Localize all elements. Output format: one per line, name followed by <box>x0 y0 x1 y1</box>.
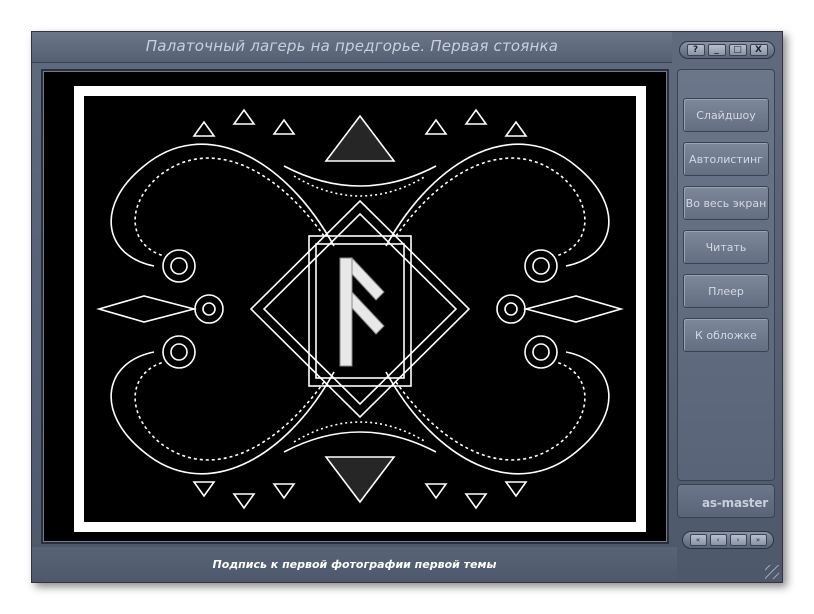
previous-page-button[interactable]: ‹ <box>709 534 727 546</box>
player-button[interactable]: Плеер <box>683 274 769 308</box>
rune-ornament-image <box>84 96 636 522</box>
minimize-button[interactable]: _ <box>707 44 726 56</box>
first-page-button[interactable]: « <box>689 534 707 546</box>
title-bar[interactable]: Палаточный лагерь на предгорье. Первая с… <box>32 32 672 63</box>
read-button[interactable]: Читать <box>683 230 769 264</box>
slideshow-button[interactable]: Слайдшоу <box>683 98 769 132</box>
app-window: Палаточный лагерь на предгорье. Первая с… <box>31 31 783 583</box>
maximize-button[interactable]: □ <box>728 44 747 56</box>
help-button[interactable]: ? <box>686 44 705 56</box>
photo-frame <box>74 86 646 532</box>
brand-box: as-master <box>677 484 775 518</box>
last-page-button[interactable]: » <box>749 534 767 546</box>
window-controls: ? _ □ X <box>679 41 775 59</box>
side-panel: Слайдшоу Автолистинг Во весь экран Читат… <box>677 69 775 481</box>
photo-caption: Подпись к первой фотографии первой темы <box>212 558 497 571</box>
to-cover-button[interactable]: К обложке <box>683 318 769 352</box>
window-title: Палаточный лагерь на предгорье. Первая с… <box>145 37 559 55</box>
photo-viewer <box>41 69 669 544</box>
brand-logo: as-master <box>702 496 768 510</box>
resize-grip-icon[interactable] <box>765 565 779 579</box>
caption-bar: Подпись к первой фотографии первой темы <box>32 547 677 582</box>
next-page-button[interactable]: › <box>729 534 747 546</box>
close-button[interactable]: X <box>749 44 768 56</box>
navigation-controls: « ‹ › » <box>682 531 774 549</box>
fullscreen-button[interactable]: Во весь экран <box>683 186 769 220</box>
autopaging-button[interactable]: Автолистинг <box>683 142 769 176</box>
